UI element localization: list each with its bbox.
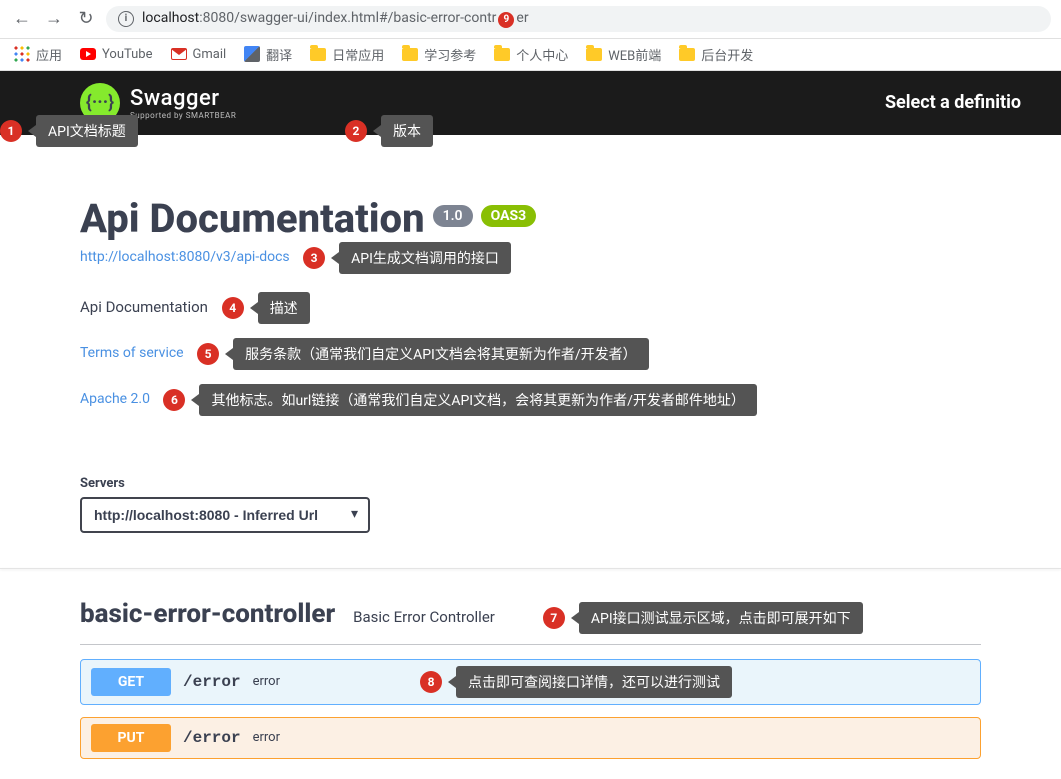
annotation-arrow-icon	[571, 612, 579, 624]
bookmark-label: Gmail	[193, 47, 227, 62]
gmail-icon	[171, 48, 187, 60]
annotation-number: 8	[420, 671, 442, 693]
url-host: localhost	[142, 10, 199, 26]
bookmark-label: 后台开发	[701, 45, 753, 64]
apps-grid-icon	[14, 46, 30, 62]
folder-icon	[494, 48, 510, 61]
annotation-label: API生成文档调用的接口	[339, 242, 511, 274]
oas-badge: OAS3	[481, 205, 537, 227]
bookmark-personal[interactable]: 个人中心	[494, 45, 568, 64]
annotation-8: 8 点击即可查阅接口详情，还可以进行测试	[420, 666, 732, 698]
annotation-5: 5 服务条款（通常我们自定义API文档会将其更新为作者/开发者）	[197, 338, 649, 370]
annotation-arrow-icon	[191, 394, 199, 406]
annotation-1: 1 API文档标题	[0, 115, 138, 147]
bookmark-label: 翻译	[266, 45, 292, 64]
url-text: localhost:8080/swagger-ui/index.html#/ba…	[142, 10, 529, 28]
server-select[interactable]: http://localhost:8080 - Inferred Url	[80, 497, 370, 533]
bookmark-daily[interactable]: 日常应用	[310, 45, 384, 64]
annotation-arrow-icon	[250, 302, 258, 314]
annotation-label: 描述	[258, 292, 310, 324]
operation-put-error[interactable]: PUT /error error	[80, 717, 981, 759]
annotation-number: 3	[303, 247, 325, 269]
terms-of-service-link[interactable]: Terms of service	[80, 345, 184, 361]
annotation-2: 2 版本	[345, 115, 433, 147]
site-info-icon[interactable]: i	[118, 11, 134, 27]
folder-icon	[586, 48, 602, 61]
folder-icon	[679, 48, 695, 61]
servers-section: Servers http://localhost:8080 - Inferred…	[80, 476, 981, 533]
annotation-label: 点击即可查阅接口详情，还可以进行测试	[456, 666, 732, 698]
browser-toolbar: ← → ↻ i localhost:8080/swagger-ui/index.…	[0, 0, 1061, 39]
method-badge-get: GET	[91, 668, 171, 696]
bookmark-label: 学习参考	[424, 45, 476, 64]
annotation-arrow-icon	[28, 125, 36, 137]
forward-button[interactable]: →	[42, 7, 66, 31]
annotation-label: 版本	[381, 115, 433, 147]
tag-description: Basic Error Controller	[353, 608, 495, 626]
apps-shortcut[interactable]: 应用	[14, 45, 62, 64]
bookmark-label: 个人中心	[516, 45, 568, 64]
operation-path: /error	[183, 729, 241, 747]
bookmark-youtube[interactable]: YouTube	[80, 47, 153, 62]
bookmark-label: 日常应用	[332, 45, 384, 64]
annotation-arrow-icon	[331, 252, 339, 264]
youtube-icon	[80, 48, 96, 60]
tag-name: basic-error-controller	[80, 599, 335, 629]
annotation-7: 7 API接口测试显示区域，点击即可展开如下	[543, 602, 863, 634]
bookmark-translate[interactable]: 翻译	[244, 45, 292, 64]
bookmark-backend[interactable]: 后台开发	[679, 45, 753, 64]
annotation-number: 7	[543, 607, 565, 629]
version-badge: 1.0	[433, 205, 473, 227]
annotation-arrow-icon	[448, 676, 456, 688]
annotation-label: 其他标志。如url链接（通常我们自定义API文档，会将其更新为作者/开发者邮件地…	[199, 384, 756, 416]
bookmark-webfront[interactable]: WEB前端	[586, 45, 661, 64]
operation-description: error	[253, 674, 280, 689]
bookmarks-bar: 应用 YouTube Gmail 翻译 日常应用 学习参考 个人中心 WEB前端…	[0, 39, 1061, 71]
bookmark-label: YouTube	[102, 47, 153, 62]
back-button[interactable]: ←	[10, 7, 34, 31]
operation-description: error	[253, 730, 280, 745]
select-definition-label: Select a definitio	[885, 92, 1021, 113]
operation-path: /error	[183, 673, 241, 691]
annotation-badge-9: 9	[498, 12, 514, 28]
url-path: :8080/swagger-ui/index.html#/basic-error…	[199, 10, 496, 26]
translate-icon	[244, 46, 260, 62]
api-title: Api Documentation	[80, 195, 425, 242]
annotation-6: 6 其他标志。如url链接（通常我们自定义API文档，会将其更新为作者/开发者邮…	[163, 384, 756, 416]
method-badge-put: PUT	[91, 724, 171, 752]
annotation-4: 4 描述	[222, 292, 310, 324]
folder-icon	[310, 48, 326, 61]
swagger-brand-text: Swagger	[130, 86, 236, 111]
swagger-topbar: {···} Swagger Supported by SMARTBEAR Sel…	[0, 71, 1061, 135]
reload-button[interactable]: ↻	[74, 7, 98, 31]
annotation-arrow-icon	[225, 348, 233, 360]
annotation-label: 服务条款（通常我们自定义API文档会将其更新为作者/开发者）	[233, 338, 649, 370]
bookmark-study[interactable]: 学习参考	[402, 45, 476, 64]
api-description: Api Documentation	[80, 297, 208, 315]
annotation-number: 4	[222, 297, 244, 319]
api-docs-link[interactable]: http://localhost:8080/v3/api-docs	[80, 249, 290, 265]
swagger-supported-text: Supported by SMARTBEAR	[130, 111, 236, 120]
folder-icon	[402, 48, 418, 61]
license-link[interactable]: Apache 2.0	[80, 391, 150, 407]
bookmark-gmail[interactable]: Gmail	[171, 47, 227, 62]
info-section: 1 API文档标题 2 版本 Api Documentation 1.0 OAS…	[0, 135, 1061, 533]
annotation-arrow-icon	[373, 125, 381, 137]
annotation-number: 6	[163, 389, 185, 411]
annotation-number: 2	[345, 120, 367, 142]
bookmark-label: 应用	[36, 45, 62, 64]
address-bar[interactable]: i localhost:8080/swagger-ui/index.html#/…	[106, 6, 1051, 32]
annotation-label: API文档标题	[36, 115, 138, 147]
annotation-number: 1	[0, 120, 22, 142]
servers-label: Servers	[80, 476, 981, 491]
url-suffix: er	[516, 10, 528, 26]
operation-get-error[interactable]: GET /error error 8 点击即可查阅接口详情，还可以进行测试	[80, 659, 981, 705]
annotation-number: 5	[197, 343, 219, 365]
annotation-3: 3 API生成文档调用的接口	[303, 242, 511, 274]
annotation-label: API接口测试显示区域，点击即可展开如下	[579, 602, 863, 634]
bookmark-label: WEB前端	[608, 45, 661, 64]
tag-section: basic-error-controller Basic Error Contr…	[0, 569, 1061, 779]
tag-header[interactable]: basic-error-controller Basic Error Contr…	[80, 599, 981, 645]
